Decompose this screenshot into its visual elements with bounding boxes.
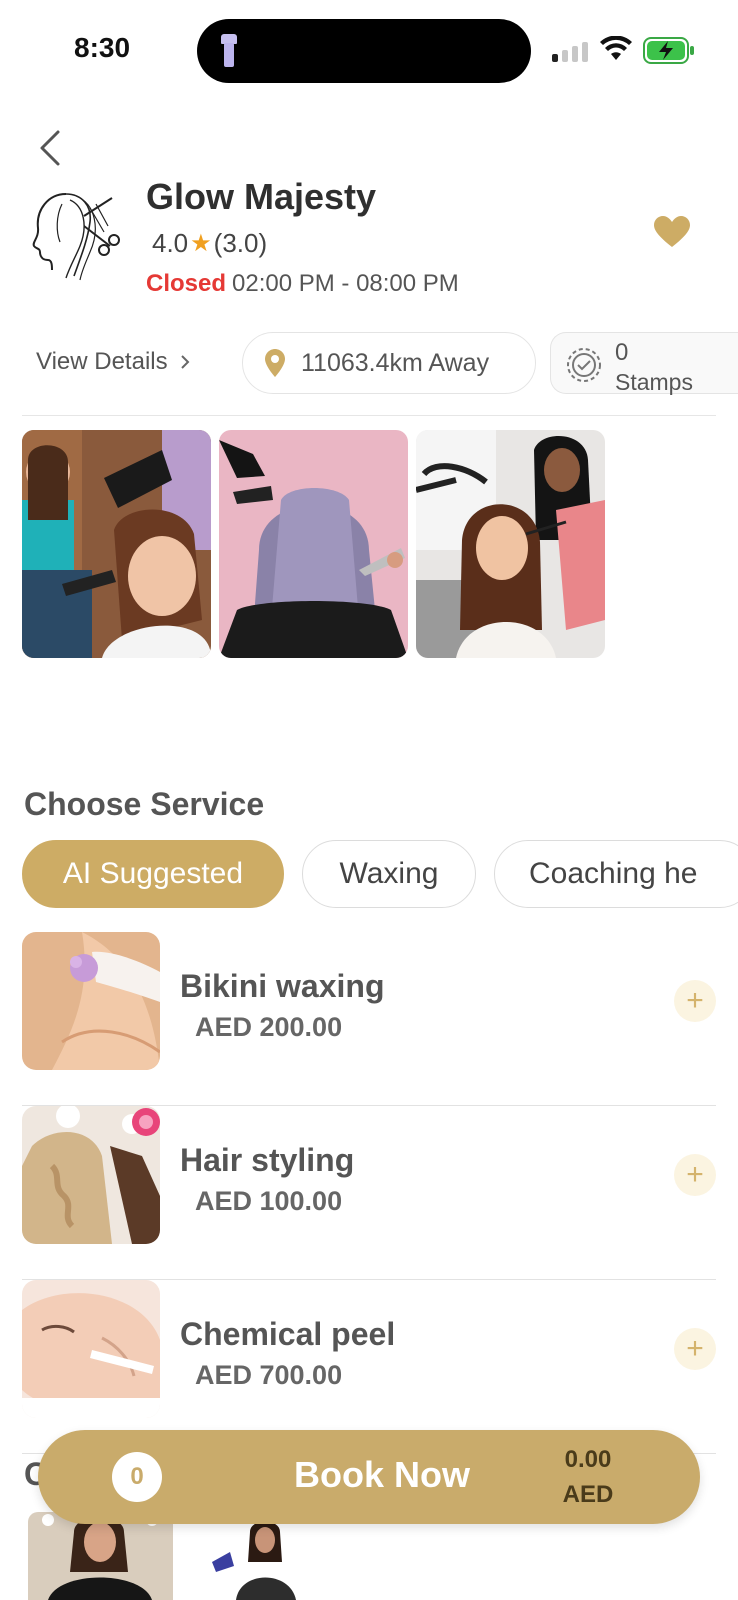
favorite-heart-icon[interactable] bbox=[654, 216, 690, 248]
plus-icon[interactable]: + bbox=[674, 980, 716, 1022]
service-thumbnail bbox=[22, 1106, 160, 1244]
cart-total-currency: AED bbox=[562, 1481, 614, 1508]
status-closed-label: Closed bbox=[146, 270, 227, 297]
dynamic-island bbox=[197, 19, 531, 83]
gallery-photo-blowdry[interactable] bbox=[22, 430, 211, 658]
distance-chip[interactable]: 11063.4km Away bbox=[242, 332, 536, 394]
salon-name: Glow Majesty bbox=[146, 176, 377, 217]
specialist-photo[interactable] bbox=[28, 1512, 173, 1600]
divider bbox=[22, 415, 716, 416]
service-category-tabs: AI Suggested Waxing Coaching he bbox=[22, 840, 738, 908]
star-icon: ★ bbox=[190, 230, 212, 257]
rating-row: 4.0 ★ (3.0) bbox=[152, 228, 267, 259]
gallery-photo-purple-hair[interactable] bbox=[219, 430, 408, 658]
view-details-link[interactable]: View Details bbox=[36, 348, 190, 376]
plus-icon[interactable]: + bbox=[674, 1154, 716, 1196]
cart-count-badge: 0 bbox=[112, 1452, 162, 1502]
rating-value: 4.0 bbox=[152, 228, 189, 258]
view-details-label: View Details bbox=[36, 348, 168, 375]
cart-total: 0.00 AED bbox=[556, 1442, 620, 1512]
plus-icon[interactable]: + bbox=[674, 1328, 716, 1370]
tab-ai-suggested[interactable]: AI Suggested bbox=[22, 840, 284, 908]
service-thumbnail bbox=[22, 1280, 160, 1418]
service-price: AED 100.00 bbox=[195, 1186, 343, 1216]
tab-coaching[interactable]: Coaching he bbox=[494, 840, 738, 908]
service-price: AED 700.00 bbox=[195, 1360, 343, 1390]
salon-logo bbox=[32, 193, 120, 281]
stamps-count: 0 bbox=[615, 339, 629, 366]
status-bar: 8:30 bbox=[0, 0, 738, 100]
service-name: Bikini waxing bbox=[180, 968, 385, 1004]
service-name: Chemical peel bbox=[180, 1316, 396, 1352]
back-arrow-icon[interactable] bbox=[32, 126, 68, 170]
list-item[interactable]: Bikini waxing AED 200.00 + bbox=[22, 932, 716, 1106]
distance-text: 11063.4km Away bbox=[301, 348, 490, 377]
stamps-chip[interactable]: 0 Stamps bbox=[550, 332, 738, 395]
service-price: AED 200.00 bbox=[195, 1012, 343, 1042]
choose-service-title: Choose Service bbox=[24, 786, 265, 822]
cart-total-amount: 0.00 bbox=[564, 1446, 612, 1473]
status-time: 8:30 bbox=[74, 32, 131, 63]
stamp-badge-icon bbox=[567, 348, 601, 382]
photo-gallery bbox=[22, 430, 605, 658]
book-now-label: Book Now bbox=[294, 1454, 470, 1495]
list-item[interactable]: Chemical peel AED 700.00 + bbox=[22, 1280, 716, 1454]
wifi-icon bbox=[600, 36, 632, 60]
stamps-label: Stamps bbox=[615, 369, 693, 395]
book-now-button[interactable]: 0 Book Now 0.00 AED bbox=[38, 1430, 700, 1524]
tab-waxing[interactable]: Waxing bbox=[302, 840, 476, 908]
list-item[interactable]: Hair styling AED 100.00 + bbox=[22, 1106, 716, 1280]
rating-count: (3.0) bbox=[213, 228, 268, 258]
hours-text: 02:00 PM - 08:00 PM bbox=[232, 270, 459, 297]
location-pin-icon bbox=[265, 349, 285, 377]
service-name: Hair styling bbox=[180, 1142, 355, 1178]
opening-hours: Closed 02:00 PM - 08:00 PM bbox=[146, 270, 459, 298]
specialist-photo[interactable] bbox=[210, 1522, 310, 1600]
battery-charging-icon bbox=[643, 37, 694, 64]
chevron-right-icon bbox=[180, 355, 190, 369]
cellular-signal-icon bbox=[552, 42, 590, 62]
flashlight-icon bbox=[221, 34, 237, 68]
service-thumbnail bbox=[22, 932, 160, 1070]
gallery-photo-makeup[interactable] bbox=[416, 430, 605, 658]
